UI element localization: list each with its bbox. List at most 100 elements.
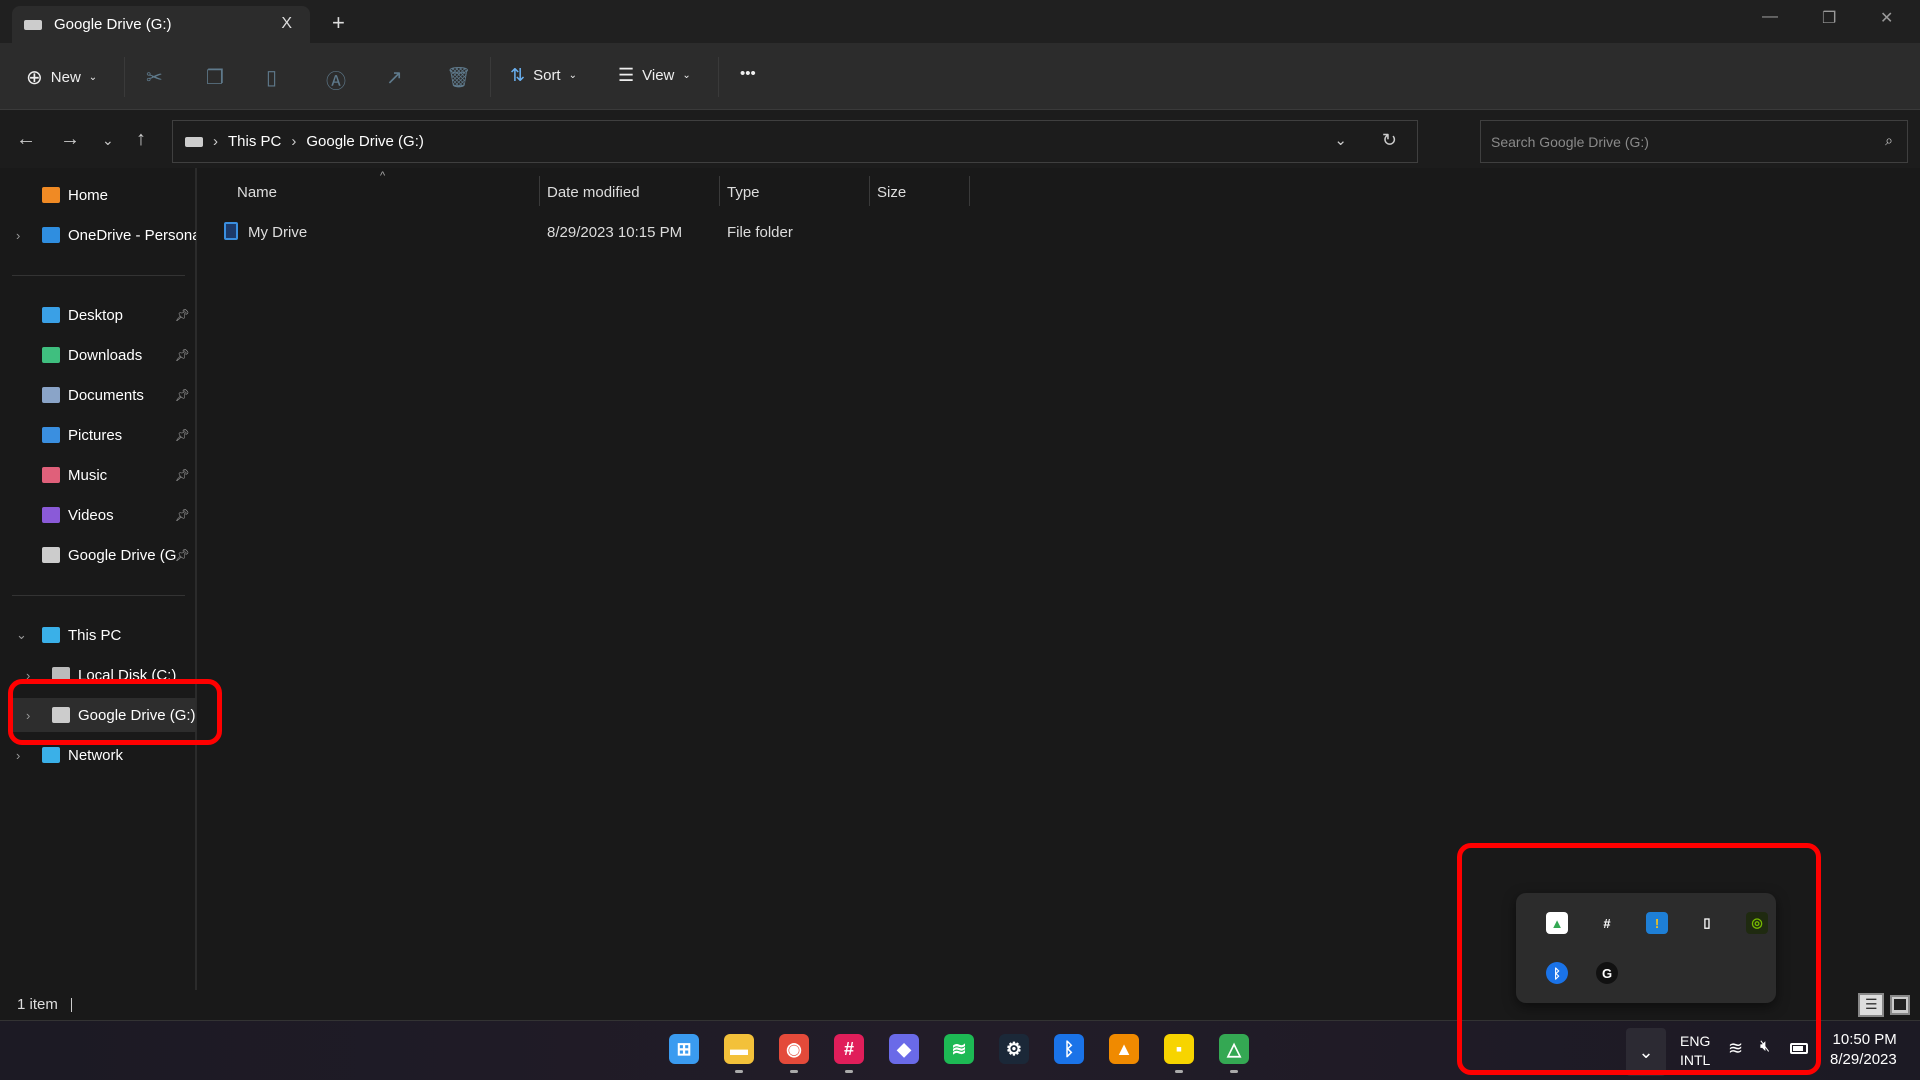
sidebar-item-label: Music — [68, 466, 108, 484]
sidebar-item-google-drive-g[interactable]: Google Drive (G 📌︎ — [0, 538, 196, 572]
maximize-button[interactable]: ❐ — [1822, 8, 1836, 28]
up-arrow-icon[interactable]: ↑ — [136, 128, 146, 151]
copy-icon[interactable]: ❐ — [206, 65, 224, 90]
cut-icon[interactable]: ✂ — [146, 65, 163, 90]
taskbar-copilot-icon[interactable]: ◆ — [889, 1034, 919, 1064]
divider — [718, 57, 719, 97]
refresh-icon[interactable]: ↻ — [1382, 130, 1397, 151]
pin-icon[interactable]: 📌︎ — [175, 388, 190, 402]
pin-icon[interactable]: 📌︎ — [175, 348, 190, 362]
details-view-button[interactable]: ☰ — [1858, 993, 1884, 1017]
sidebar-item-music[interactable]: Music 📌︎ — [0, 458, 196, 492]
back-arrow-icon[interactable]: ← — [16, 128, 36, 151]
large-icons-view-button[interactable] — [1890, 995, 1910, 1015]
pictures-icon — [42, 427, 60, 443]
paste-icon[interactable]: ▯ — [266, 65, 277, 90]
drive-icon — [185, 136, 203, 147]
status-item-count: 1 item — [17, 996, 58, 1013]
column-header-type[interactable]: Type — [727, 178, 760, 206]
sidebar-item-label: Desktop — [68, 306, 124, 324]
cloud-icon — [42, 227, 60, 243]
column-header-name[interactable]: Name — [237, 178, 277, 206]
new-tab-button[interactable]: + — [332, 10, 345, 36]
sidebar-item-home[interactable]: Home — [0, 178, 196, 212]
breadcrumb-this-pc[interactable]: This PC — [228, 133, 281, 150]
pin-icon[interactable]: 📌︎ — [175, 548, 190, 562]
sidebar-item-label: Network — [68, 746, 124, 764]
column-divider[interactable] — [539, 176, 540, 206]
sidebar-item-downloads[interactable]: Downloads 📌︎ — [0, 338, 196, 372]
sidebar-item-label: This PC — [68, 626, 122, 644]
rename-icon[interactable]: Ⓐ — [326, 65, 346, 94]
pin-icon[interactable]: 📌︎ — [175, 468, 190, 482]
column-header-date-modified[interactable]: Date modified — [547, 178, 640, 206]
sort-button[interactable]: ⇅ Sort ⌄ — [510, 65, 577, 86]
sidebar-item-label: Videos — [68, 506, 114, 524]
search-icon: ⌕ — [1885, 132, 1893, 148]
computer-icon — [42, 627, 60, 643]
recent-locations-chevron-icon[interactable]: ⌄ — [102, 132, 114, 149]
column-divider[interactable] — [719, 176, 720, 206]
music-icon — [42, 467, 60, 483]
taskbar-start-icon[interactable]: ⊞ — [669, 1034, 699, 1064]
home-icon — [42, 187, 60, 203]
close-tab-button[interactable]: X — [281, 15, 292, 33]
search-input[interactable]: Search Google Drive (G:) ⌕ — [1480, 120, 1908, 163]
expand-chevron-icon[interactable]: › — [16, 228, 20, 243]
pin-icon[interactable]: 📌︎ — [175, 308, 190, 322]
forward-arrow-icon[interactable]: → — [60, 128, 80, 151]
sidebar-item-label: Downloads — [68, 346, 143, 364]
expand-chevron-icon[interactable]: ⌄ — [16, 627, 27, 643]
new-button[interactable]: ⊕ New ⌄ — [26, 65, 97, 90]
delete-icon[interactable]: 🗑 — [446, 65, 471, 90]
breadcrumb-separator: › — [291, 133, 297, 150]
close-window-button[interactable]: ✕ — [1880, 8, 1893, 28]
view-list-icon: ☰ — [618, 65, 635, 85]
address-bar[interactable]: › This PC › Google Drive (G:) ⌄ ↻ — [172, 120, 1418, 163]
address-dropdown-chevron-icon[interactable]: ⌄ — [1334, 131, 1347, 149]
column-divider[interactable] — [969, 176, 970, 206]
taskbar-bluetooth-icon[interactable]: ᛒ — [1054, 1034, 1084, 1064]
pin-icon[interactable]: 📌︎ — [175, 508, 190, 522]
more-options-button[interactable]: ••• — [740, 65, 756, 82]
file-row[interactable]: My Drive 8/29/2023 10:15 PM File folder — [220, 218, 980, 248]
taskbar-slack-icon[interactable]: # — [834, 1034, 864, 1064]
running-indicator — [1230, 1070, 1238, 1073]
breadcrumb-google-drive[interactable]: Google Drive (G:) — [306, 133, 424, 150]
pin-icon[interactable]: 📌︎ — [175, 428, 190, 442]
taskbar-vlc-icon[interactable]: ▲ — [1109, 1034, 1139, 1064]
sidebar-divider — [12, 275, 185, 276]
expand-chevron-icon[interactable]: › — [16, 748, 20, 763]
view-button[interactable]: ☰ View ⌄ — [618, 65, 691, 86]
annotation-highlight-tray — [1457, 843, 1821, 1075]
column-header-size[interactable]: Size — [877, 178, 906, 206]
sidebar-item-pictures[interactable]: Pictures 📌︎ — [0, 418, 196, 452]
taskbar-steam-icon[interactable]: ⚙ — [999, 1034, 1029, 1064]
tab-google-drive[interactable]: Google Drive (G:) X — [12, 6, 310, 43]
share-icon[interactable]: ↗ — [386, 65, 403, 90]
tab-title: Google Drive (G:) — [54, 16, 172, 33]
annotation-highlight-sidebar — [8, 679, 222, 745]
taskbar-sticky-notes-icon[interactable]: ▪ — [1164, 1034, 1194, 1064]
taskbar-file-explorer-icon[interactable]: ▬ — [724, 1034, 754, 1064]
taskbar-spotify-icon[interactable]: ≋ — [944, 1034, 974, 1064]
breadcrumb-separator: › — [213, 133, 218, 150]
sidebar-item-documents[interactable]: Documents 📌︎ — [0, 378, 196, 412]
view-label: View — [642, 67, 675, 84]
clock-date: 8/29/2023 — [1830, 1051, 1897, 1068]
taskbar-chrome-icon[interactable]: ◉ — [779, 1034, 809, 1064]
column-divider[interactable] — [869, 176, 870, 206]
sort-label: Sort — [533, 67, 561, 84]
running-indicator — [735, 1070, 743, 1073]
sidebar-item-desktop[interactable]: Desktop 📌︎ — [0, 298, 196, 332]
command-bar: ⊕ New ⌄ ✂ ❐ ▯ Ⓐ ↗ 🗑 ⇅ Sort ⌄ ☰ View ⌄ ••• — [0, 43, 1920, 110]
sidebar-item-onedrive-persona[interactable]: › OneDrive - Persona — [0, 218, 196, 252]
taskbar-google-drive-icon[interactable]: △ — [1219, 1034, 1249, 1064]
running-indicator — [1175, 1070, 1183, 1073]
minimize-button[interactable]: — — [1762, 8, 1778, 26]
divider — [490, 57, 491, 97]
sidebar-item-this-pc[interactable]: ⌄ This PC — [0, 618, 196, 652]
clock[interactable]: 10:50 PM 8/29/2023 — [1830, 1030, 1897, 1070]
desktop-icon — [42, 307, 60, 323]
sidebar-item-videos[interactable]: Videos 📌︎ — [0, 498, 196, 532]
